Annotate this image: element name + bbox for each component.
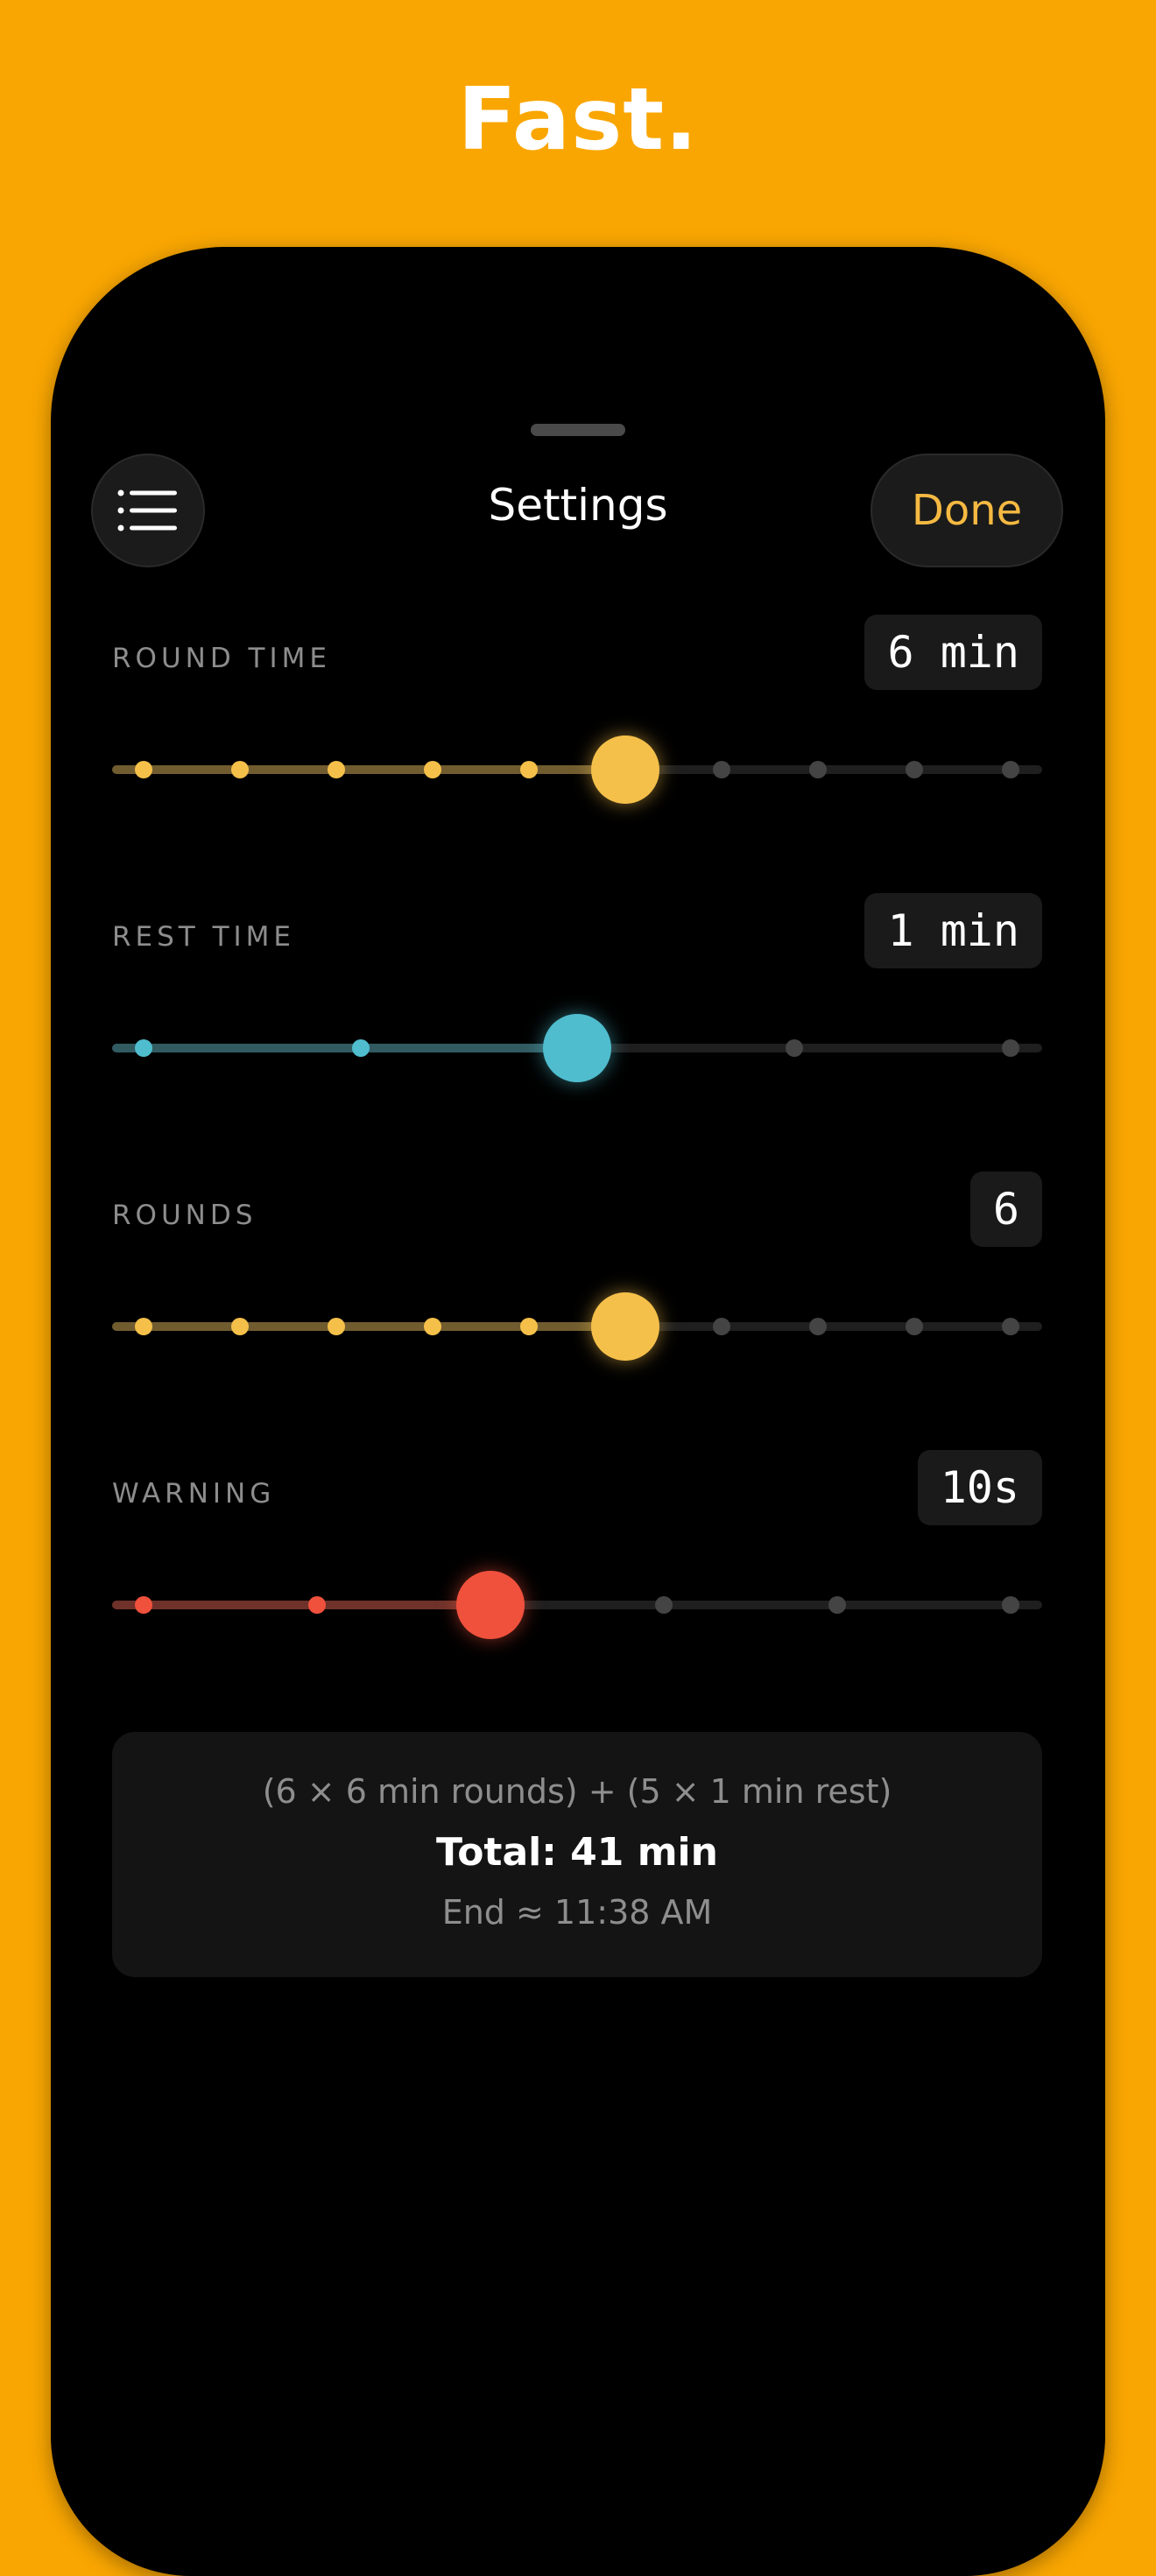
session-summary-card: (6 × 6 min rounds) + (5 × 1 min rest) To… (112, 1732, 1042, 1977)
warning-setting: WARNING 10s (112, 1450, 1042, 1639)
slider-tick (520, 1318, 538, 1335)
slider-tick (135, 761, 152, 778)
rest-time-value: 1 min (864, 893, 1042, 968)
slider-tick (231, 1318, 249, 1335)
slider-tick (424, 1318, 441, 1335)
slider-tick (1002, 761, 1019, 778)
rounds-value: 6 (969, 1172, 1042, 1247)
summary-formula: (6 × 6 min rounds) + (5 × 1 min rest) (262, 1772, 892, 1811)
rounds-setting: ROUNDS 6 (112, 1172, 1042, 1361)
headline: Fast. (457, 70, 699, 170)
rounds-slider[interactable] (112, 1292, 1042, 1361)
rest-time-slider[interactable] (112, 1014, 1042, 1082)
rounds-label: ROUNDS (112, 1200, 257, 1231)
slider-tick (785, 1039, 803, 1057)
rest-time-setting: REST TIME 1 min (112, 893, 1042, 1082)
round-time-slider[interactable] (112, 735, 1042, 804)
slider-tick (713, 1318, 730, 1335)
slider-tick (424, 761, 441, 778)
sheet-grabber[interactable] (531, 424, 625, 436)
done-button[interactable]: Done (871, 454, 1063, 567)
slider-tick (1002, 1039, 1019, 1057)
phone-screen: Settings Done ROUND TIME 6 min REST TIME… (51, 247, 1105, 2576)
warning-value: 10s (917, 1450, 1042, 1525)
round-time-value: 6 min (864, 615, 1042, 690)
slider-tick (809, 1318, 827, 1335)
slider-tick (135, 1039, 152, 1057)
slider-tick (308, 1596, 326, 1614)
round-time-setting: ROUND TIME 6 min (112, 615, 1042, 804)
warning-label: WARNING (112, 1478, 276, 1510)
slider-tick (828, 1596, 846, 1614)
rest-time-label: REST TIME (112, 921, 296, 953)
slider-tick (655, 1596, 673, 1614)
warning-slider[interactable] (112, 1571, 1042, 1639)
slider-thumb[interactable] (591, 1292, 659, 1361)
slider-thumb[interactable] (456, 1571, 525, 1639)
slider-tick (906, 761, 923, 778)
slider-thumb[interactable] (543, 1014, 611, 1082)
menu-button[interactable] (91, 454, 205, 567)
slider-tick (1002, 1318, 1019, 1335)
page-title: Settings (488, 480, 668, 531)
summary-total: Total: 41 min (436, 1830, 718, 1875)
slider-tick (135, 1318, 152, 1335)
slider-fill (112, 1322, 625, 1331)
round-time-label: ROUND TIME (112, 643, 331, 674)
list-icon (117, 489, 177, 531)
slider-fill (112, 1044, 577, 1052)
slider-tick (520, 761, 538, 778)
slider-tick (1002, 1596, 1019, 1614)
slider-tick (328, 1318, 345, 1335)
slider-tick (906, 1318, 923, 1335)
slider-tick (809, 761, 827, 778)
summary-end-time: End ≈ 11:38 AM (441, 1893, 713, 1932)
slider-tick (328, 761, 345, 778)
slider-fill (112, 765, 625, 774)
slider-thumb[interactable] (591, 735, 659, 804)
slider-tick (135, 1596, 152, 1614)
slider-tick (713, 761, 730, 778)
slider-tick (351, 1039, 370, 1057)
slider-fill (112, 1601, 490, 1609)
slider-tick (231, 761, 249, 778)
